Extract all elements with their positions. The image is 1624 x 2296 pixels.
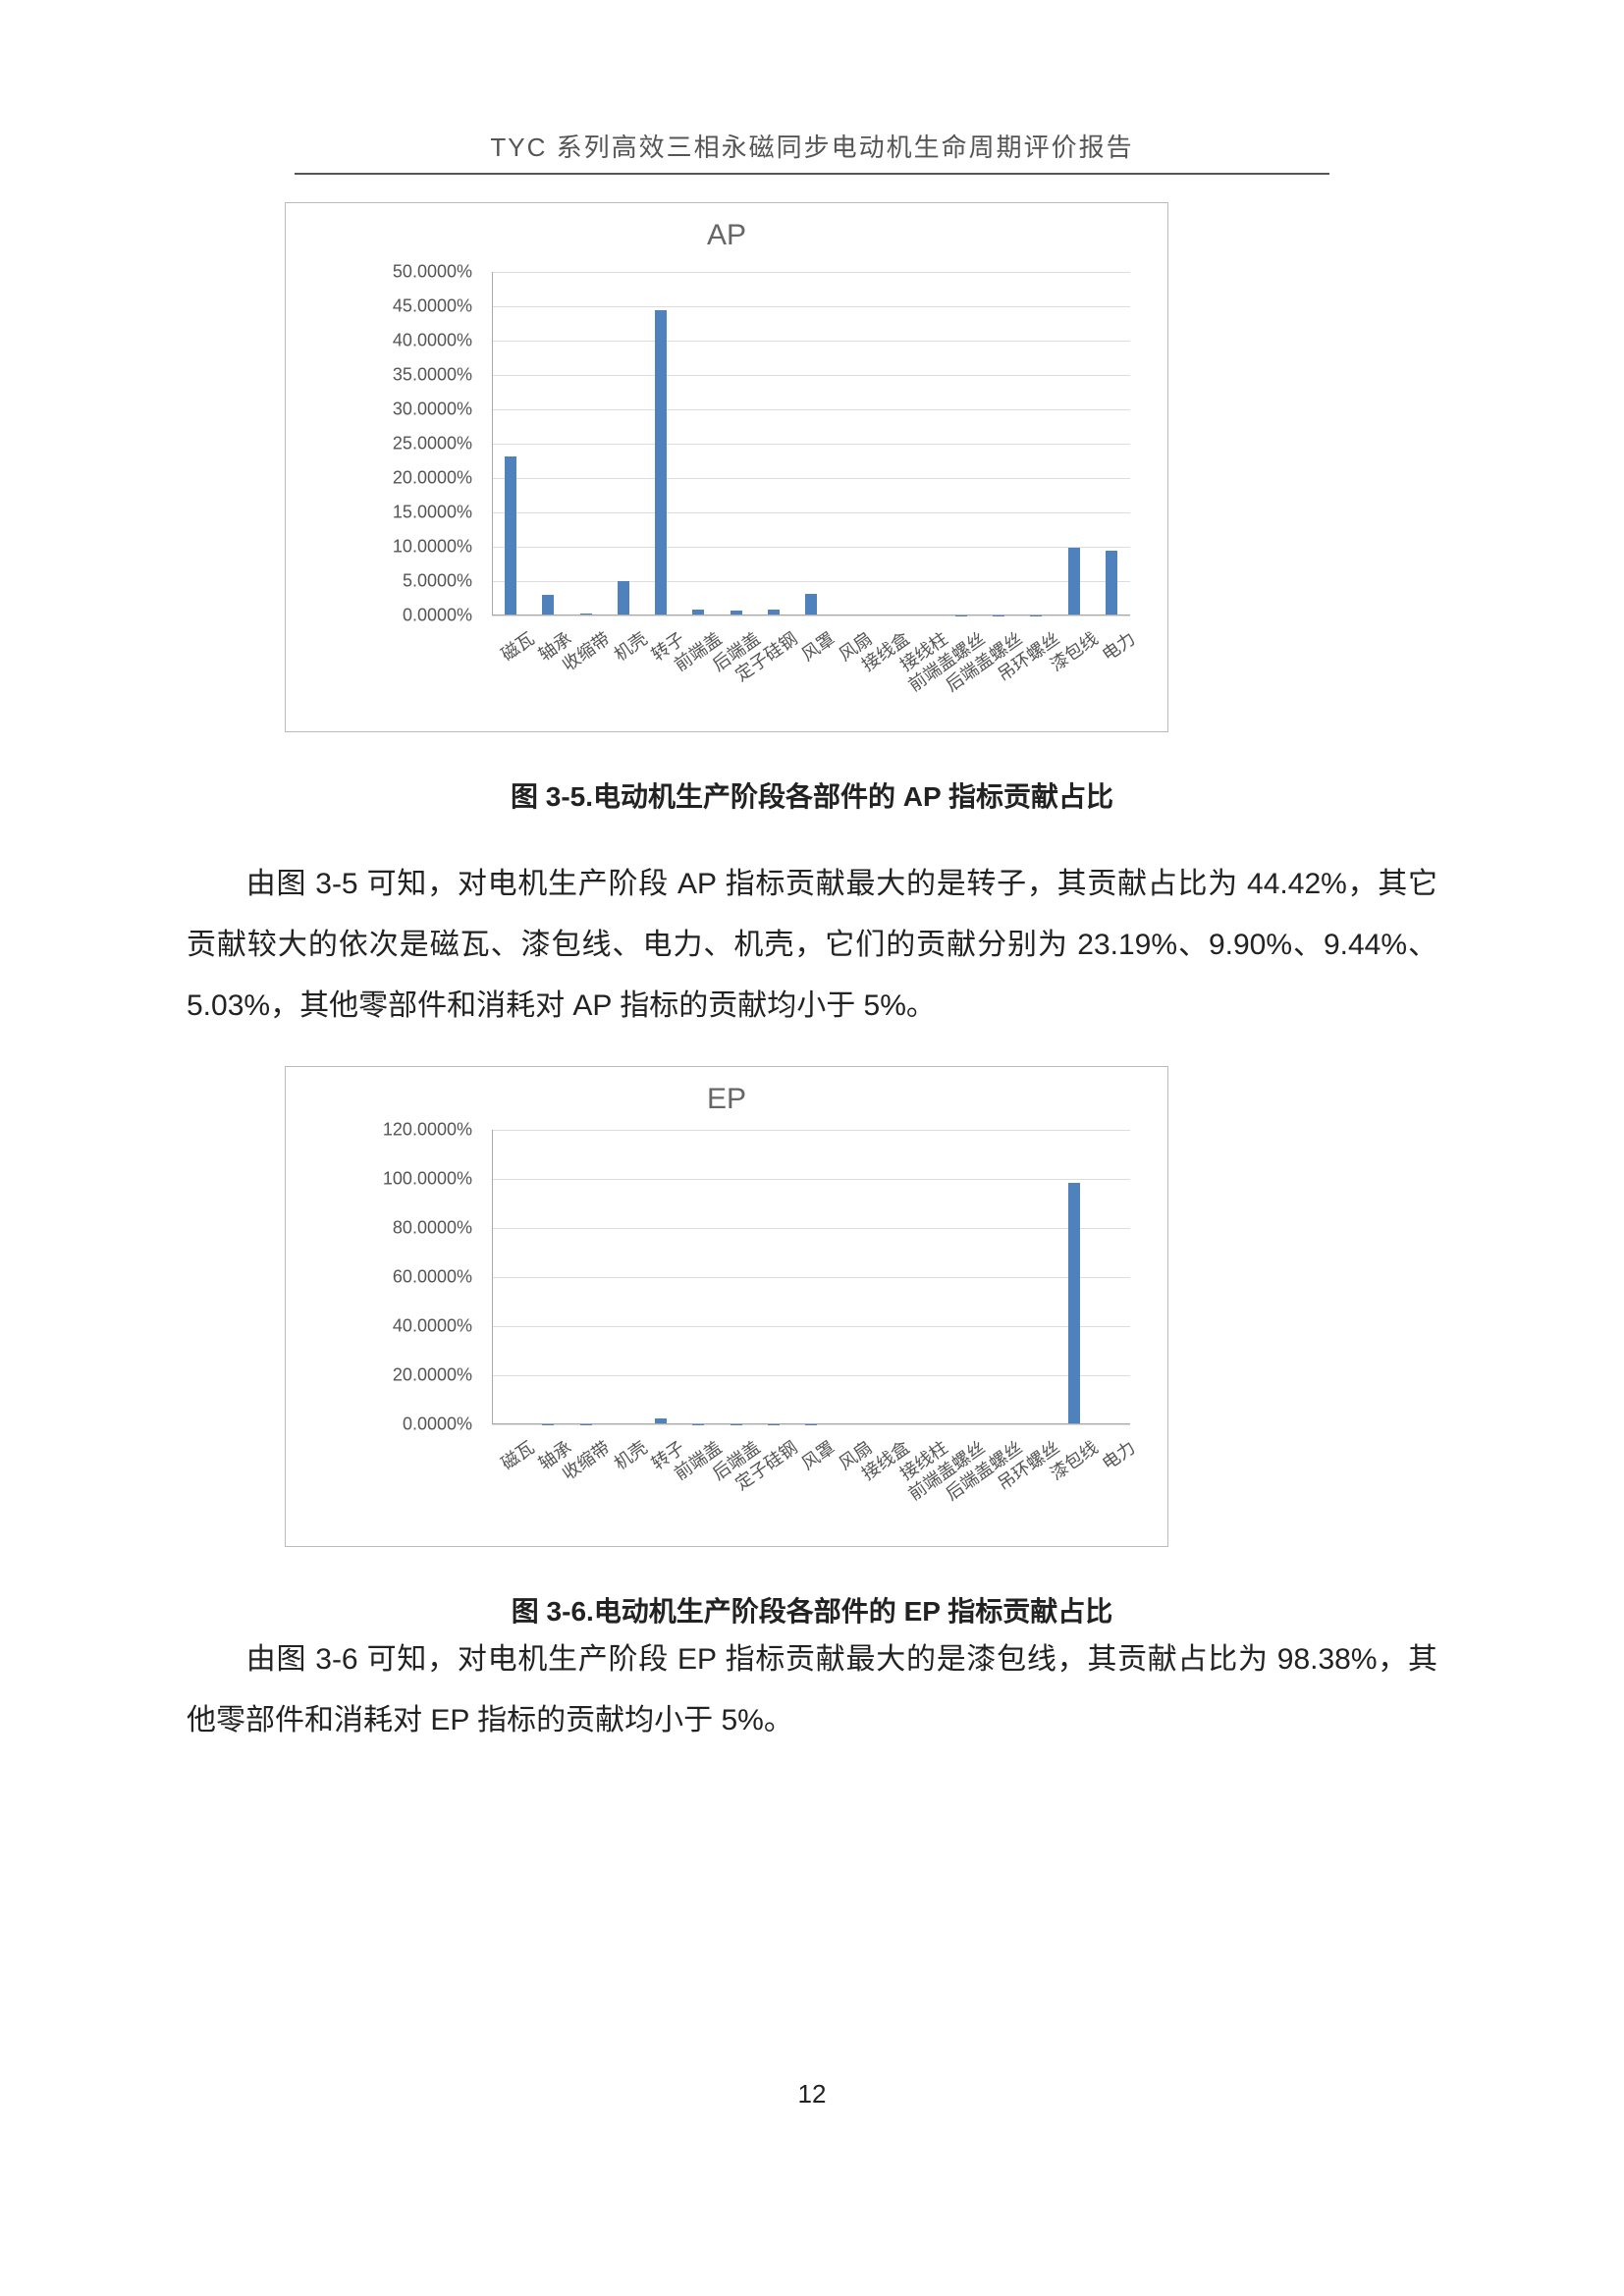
y-tick: 10.0000% [345,537,472,558]
chart-ep-xaxis [492,1423,1130,1424]
page-number: 12 [0,2079,1624,2109]
figure-3-5-caption: 图 3-5.电动机生产阶段各部件的 AP 指标贡献占比 [0,775,1624,815]
paragraph-2-text: 由图 3-6 可知，对电机生产阶段 EP 指标贡献最大的是漆包线，其贡献占比为 … [187,1643,1437,1736]
y-tick: 80.0000% [345,1218,472,1239]
chart-ep: EP 0.0000%20.0000%40.0000%60.0000%80.000… [285,1066,1168,1547]
y-tick: 0.0000% [345,1415,472,1435]
bar [542,595,554,615]
y-tick: 5.0000% [345,571,472,592]
y-tick: 25.0000% [345,434,472,454]
y-tick: 50.0000% [345,262,472,283]
gridline [492,615,1130,616]
paragraph-2: 由图 3-6 可知，对电机生产阶段 EP 指标贡献最大的是漆包线，其贡献占比为 … [187,1629,1437,1751]
bar [805,594,817,615]
chart-ep-yaxis-line [492,1130,493,1424]
y-tick: 20.0000% [345,468,472,489]
chart-ap-title: AP [286,203,1167,262]
y-tick: 15.0000% [345,503,472,523]
chart-ep-bars [492,1130,1130,1424]
bar [505,456,516,615]
bar [1068,548,1080,615]
y-tick: 30.0000% [345,400,472,420]
chart-ap-plot: 0.0000%5.0000%10.0000%15.0000%20.0000%25… [354,272,1140,615]
y-tick: 100.0000% [345,1169,472,1190]
chart-ap-yaxis-line [492,272,493,615]
bar [1068,1183,1080,1424]
chart-ep-plot: 0.0000%20.0000%40.0000%60.0000%80.0000%1… [354,1130,1140,1424]
gridline [492,1424,1130,1425]
y-tick: 120.0000% [345,1120,472,1141]
chart-ep-yaxis: 0.0000%20.0000%40.0000%60.0000%80.0000%1… [345,1130,472,1424]
figure-3-6-caption: 图 3-6.电动机生产阶段各部件的 EP 指标贡献占比 [0,1590,1624,1629]
y-tick: 40.0000% [345,1316,472,1337]
y-tick: 20.0000% [345,1365,472,1386]
paragraph-1: 由图 3-5 可知，对电机生产阶段 AP 指标贡献最大的是转子，其贡献占比为 4… [187,854,1437,1037]
y-tick: 40.0000% [345,331,472,351]
bar [655,310,667,615]
chart-ap-bars [492,272,1130,615]
bar [1106,551,1117,615]
header-rule [295,173,1329,175]
chart-ap: AP 0.0000%5.0000%10.0000%15.0000%20.0000… [285,202,1168,732]
bar [618,581,629,615]
y-tick: 0.0000% [345,606,472,626]
y-tick: 60.0000% [345,1267,472,1288]
y-tick: 35.0000% [345,365,472,386]
chart-ap-yaxis: 0.0000%5.0000%10.0000%15.0000%20.0000%25… [345,272,472,615]
chart-ep-title: EP [286,1067,1167,1126]
paragraph-1-text: 由图 3-5 可知，对电机生产阶段 AP 指标贡献最大的是转子，其贡献占比为 4… [187,868,1437,1022]
page-header: TYC 系列高效三相永磁同步电动机生命周期评价报告 [0,128,1624,164]
y-tick: 45.0000% [345,296,472,317]
chart-ap-xaxis [492,614,1130,615]
